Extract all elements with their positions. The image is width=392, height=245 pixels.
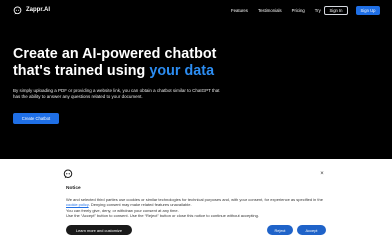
- hero-title-line2: that's trained using: [13, 63, 150, 79]
- nav-link-testimonials[interactable]: Testimonials: [258, 7, 282, 14]
- create-chatbot-button[interactable]: Create Chatbot: [13, 113, 59, 124]
- consent-text-part1: We and selected third parties use cookie…: [66, 197, 323, 202]
- cookie-policy-link[interactable]: cookie policy: [66, 202, 89, 207]
- brand[interactable]: Zappr.AI: [13, 6, 50, 15]
- learn-more-button[interactable]: Learn more and customize: [66, 225, 132, 235]
- nav-links: Features Testimonials Pricing Try: [231, 7, 331, 14]
- sign-up-button[interactable]: Sign Up: [356, 6, 380, 15]
- consent-text: We and selected third parties use cookie…: [66, 197, 328, 218]
- consent-text-line3: Use the “Accept” button to consent. Use …: [66, 212, 259, 218]
- top-nav: Zappr.AI Features Testimonials Pricing T…: [0, 0, 392, 22]
- reject-button[interactable]: Reject: [267, 225, 293, 235]
- consent-text-line2: You can freely give, deny, or withdraw y…: [66, 207, 179, 213]
- consent-text-part2: . Denying consent may make related featu…: [88, 202, 192, 208]
- nav-link-pricing[interactable]: Pricing: [292, 7, 305, 14]
- nav-link-features[interactable]: Features: [231, 7, 248, 14]
- sign-in-button[interactable]: Sign In: [324, 6, 348, 15]
- chat-bubble-icon: [13, 6, 22, 15]
- brand-name: Zappr.AI: [26, 7, 51, 13]
- hero-title: Create an AI-powered chatbot that's trai…: [13, 46, 273, 80]
- close-icon[interactable]: ×: [318, 170, 326, 178]
- hero-title-accent: your data: [149, 63, 215, 79]
- chat-bubble-icon: [63, 169, 73, 179]
- hero-description: By simply uploading a PDF or providing a…: [13, 88, 220, 100]
- consent-title: Notice: [66, 186, 81, 191]
- accept-button[interactable]: Accept: [297, 225, 326, 235]
- nav-link-try[interactable]: Try: [315, 7, 321, 14]
- hero-title-line1: Create an AI-powered chatbot: [13, 46, 217, 62]
- cookie-consent-banner: × Notice We and selected third parties u…: [0, 159, 392, 245]
